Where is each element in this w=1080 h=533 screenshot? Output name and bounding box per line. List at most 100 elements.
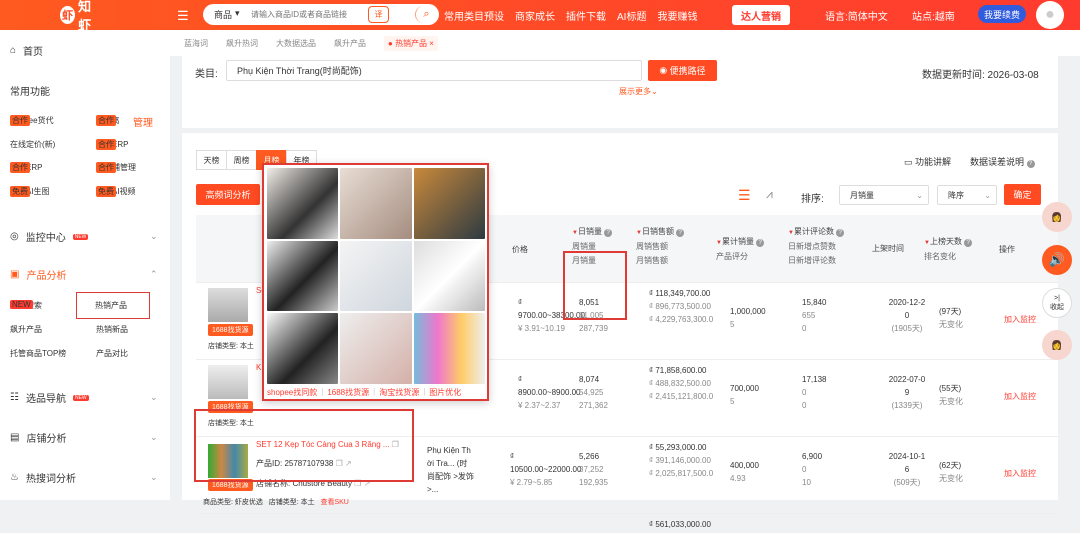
feature-guide-link[interactable]: ▭ 功能讲解 <box>904 155 951 168</box>
view-sku-link[interactable]: 查看SKU <box>320 499 348 506</box>
hot-word-button[interactable]: 高频词分析 <box>196 184 260 205</box>
speaker-icon[interactable]: 🔊 <box>1042 245 1072 275</box>
new-badge: NEW <box>72 394 89 401</box>
daily-sales: 8,074 <box>579 375 600 384</box>
sidebar-item-monitor[interactable]: ◎ 监控中心 NEW ⌄ <box>10 229 158 244</box>
site-select[interactable]: 站点:越南 <box>912 8 955 23</box>
common-label: 常用功能 <box>10 87 50 98</box>
shopee-same-link[interactable]: shopee找同款 <box>267 387 317 398</box>
chart-view-icon[interactable]: ⩘ <box>766 187 773 202</box>
product-thumbnail[interactable] <box>208 288 248 322</box>
tab-day[interactable]: 天榜 <box>196 150 227 170</box>
header-total-sales: 累计销量 <box>721 237 754 246</box>
help-icon: ? <box>604 229 613 237</box>
order-select[interactable]: 降序 ⌄ <box>937 185 997 205</box>
sidebar-item-nav-select[interactable]: ☷ 选品导航 NEW ⌄ <box>10 390 158 405</box>
product-image[interactable] <box>413 240 485 312</box>
submenu-label: 产品对比 <box>96 349 128 358</box>
breadcrumb-tab-active[interactable]: ● 热销产品 × <box>384 35 438 51</box>
path-button[interactable]: ◉ 便携路径 <box>648 60 717 81</box>
header-new-likes: 日新增点赞数 <box>788 242 836 251</box>
rev-week: ₫ 896,773,500.00 <box>649 302 711 311</box>
language-select[interactable]: 语言:简体中文 <box>825 8 888 23</box>
update-time: 数据更新时间: 2026-03-08 <box>922 70 1039 81</box>
error-note-link[interactable]: 数据误差说明 ? <box>970 155 1035 168</box>
list-view-icon[interactable]: ☰ <box>738 187 751 204</box>
new-reviews: 0 <box>802 324 807 333</box>
help-icon: ? <box>756 239 765 247</box>
submenu-label: 飙升产品 <box>10 325 42 334</box>
search-icon[interactable]: ⌕ <box>415 6 437 23</box>
sidebar-item-shop-analysis[interactable]: ▤ 店铺分析 ⌄ <box>10 430 158 445</box>
category-input[interactable]: Phụ Kiện Thời Trang(时尚配饰) <box>226 60 642 81</box>
tool-label: 在线定价(新) <box>10 140 56 149</box>
logo[interactable]: 虾知虾 <box>60 0 100 33</box>
source-1688-button[interactable]: 1688找货源 <box>208 324 253 336</box>
add-monitor-link[interactable]: 加入监控 <box>1004 313 1036 326</box>
breadcrumb-tab[interactable]: 蓝海词 <box>184 38 208 49</box>
source-1688-link[interactable]: 1688找货源 <box>327 387 369 398</box>
product-image[interactable] <box>413 168 485 239</box>
breadcrumb-tab[interactable]: 飙升热词 <box>226 38 258 49</box>
header-rating: 产品评分 <box>716 252 748 261</box>
review-count: 15,840 <box>802 298 827 307</box>
confirm-button[interactable]: 确定 <box>1004 184 1041 205</box>
launch-days: (1905天) <box>891 324 923 333</box>
order-value: 降序 <box>948 190 964 200</box>
product-image[interactable] <box>267 168 339 239</box>
product-thumbnail[interactable] <box>208 365 248 399</box>
renew-button[interactable]: 我要续费 <box>978 5 1026 23</box>
product-image[interactable] <box>267 313 339 384</box>
influencer-button[interactable]: 达人营销 <box>732 5 790 25</box>
search-category-select[interactable]: 商品 ▾ <box>203 8 251 21</box>
product-type: 商品类型: 虾皮优选 <box>203 499 263 506</box>
price-cny: ¥ 3.91~10.19 <box>518 324 565 333</box>
sidebar-item-home[interactable]: ⌂ 首页 <box>10 43 43 58</box>
nav-ai-title[interactable]: AI标题 <box>617 8 646 23</box>
taobao-link[interactable]: 淘宝找货源 <box>379 387 419 398</box>
nav-plugin-download[interactable]: 插件下载 <box>566 8 606 23</box>
avatar[interactable]: ● <box>1036 1 1064 29</box>
rev-week: ₫ 488,832,500.00 <box>649 379 711 388</box>
translate-icon[interactable]: 译 <box>368 6 389 23</box>
tab-week[interactable]: 周榜 <box>226 150 257 170</box>
sidebar-item-product-analysis[interactable]: ▣ 产品分析 ⌃ <box>10 267 158 282</box>
error-note-label: 数据误差说明 <box>970 157 1025 167</box>
breadcrumb-active-label: 热销产品 <box>395 38 428 48</box>
product-image[interactable] <box>267 240 339 312</box>
nav-category-preset[interactable]: 常用类目预设 <box>444 8 504 23</box>
launch-date-cont: 0 <box>904 311 910 320</box>
reviews-cell: 17,138 0 0 <box>802 373 826 412</box>
nav-merchant-growth[interactable]: 商家成长 <box>515 8 555 23</box>
menu-icon[interactable]: ☰ <box>177 8 189 24</box>
assistant-avatar[interactable]: 👩 <box>1042 202 1072 232</box>
common-functions-heading: 常用功能 <box>10 83 50 98</box>
add-monitor-link[interactable]: 加入监控 <box>1004 390 1036 403</box>
tool-tag: 合作 <box>96 115 116 126</box>
revenue-cell: ₫ 55,293,000.00 ₫ 391,146,000.00 ₫ 2,025,8… <box>649 441 713 480</box>
monthly-sales: 192,935 <box>579 478 608 487</box>
product-image[interactable] <box>340 168 412 239</box>
nav-earn[interactable]: 我要赚钱 <box>657 8 697 23</box>
sidebar-home-label: 首页 <box>23 47 44 58</box>
assistant-avatar-2[interactable]: 👩 <box>1042 330 1072 360</box>
reviews-cell: 15,840 655 0 <box>802 296 826 335</box>
image-optimize-link[interactable]: 图片优化 <box>429 387 461 398</box>
product-image[interactable] <box>340 240 412 312</box>
tool-tag: 合作 <box>10 162 30 173</box>
product-image[interactable] <box>340 313 412 384</box>
new-badge: NEW <box>10 300 33 309</box>
submenu-hot-products[interactable]: 热销产品 <box>76 292 150 319</box>
breadcrumb-tab[interactable]: 大数据选品 <box>276 38 316 49</box>
product-image[interactable] <box>413 313 485 384</box>
launch-date: 2022-07-0 <box>888 375 926 384</box>
show-more-link[interactable]: 展示更多⌄ <box>619 86 658 97</box>
search-input[interactable] <box>251 10 366 19</box>
manage-link[interactable]: 管理 <box>133 114 153 129</box>
add-monitor-link[interactable]: 加入监控 <box>1004 467 1036 480</box>
sort-select[interactable]: 月销量 ⌄ <box>839 185 929 205</box>
breadcrumb-tab[interactable]: 飙升产品 <box>334 38 366 49</box>
collapse-button[interactable]: >| 收起 <box>1042 288 1072 318</box>
sidebar-item-keyword[interactable]: ♨ 热搜词分析 ⌄ <box>10 470 158 485</box>
popup-actions: shopee找同款 | 1688找货源 | 淘宝找货源 | 图片优化 <box>267 387 461 398</box>
